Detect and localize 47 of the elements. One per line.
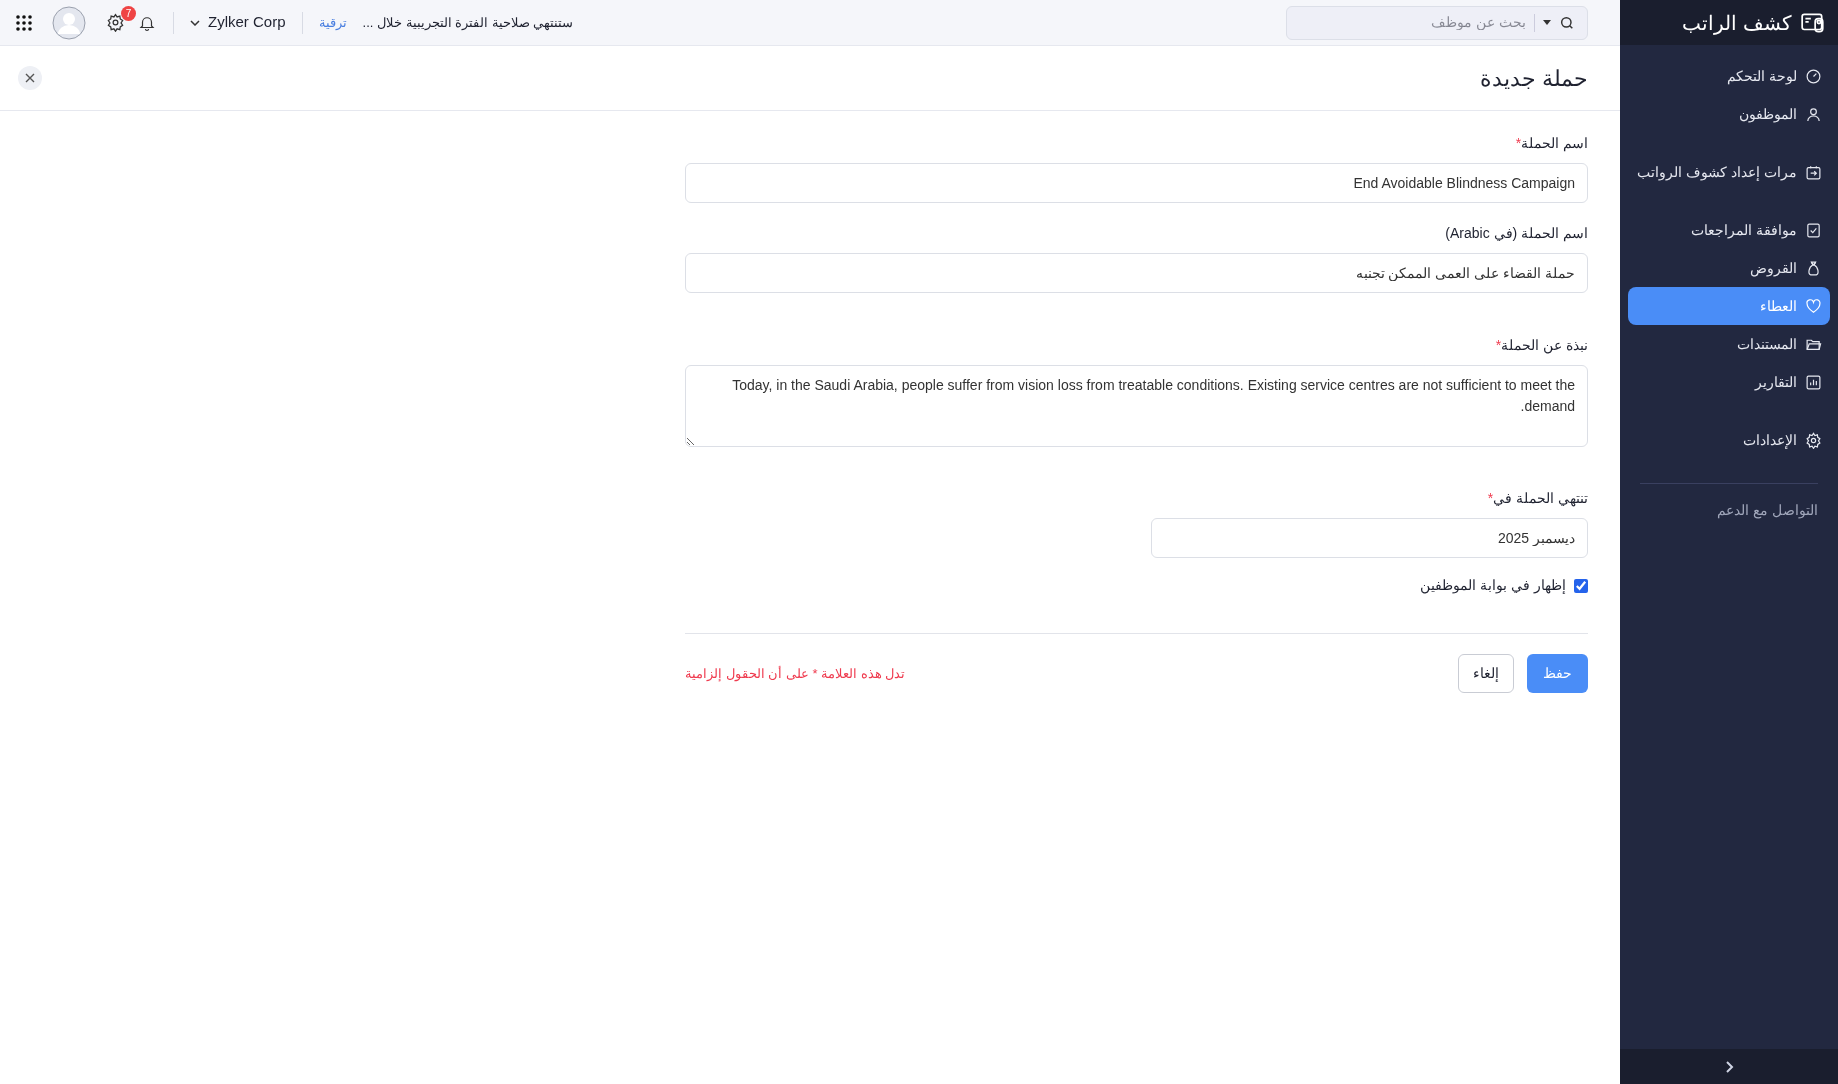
required-asterisk: * xyxy=(1495,336,1502,355)
search-input[interactable]: بحث عن موظف xyxy=(1299,12,1526,33)
caret-icon xyxy=(1543,20,1551,25)
heart-icon xyxy=(1805,297,1822,315)
chevron-down-icon xyxy=(190,19,200,26)
gauge-icon xyxy=(1805,67,1822,85)
apps-grid-icon[interactable] xyxy=(16,14,32,31)
date-field[interactable]: ديسمبر 2025 xyxy=(1151,518,1588,558)
input-field[interactable]: حملة القضاء على العمى الممكن تجنبه xyxy=(685,253,1588,293)
close-button[interactable] xyxy=(18,66,42,90)
chevron-right-icon xyxy=(1724,1059,1734,1074)
settings-icon xyxy=(1805,431,1822,449)
description-field[interactable]: Today, in the Saudi Arabia, people suffer from vision loss from treatable conditions. Existing service centres are not sufficient to meet the demand. xyxy=(685,365,1588,447)
sidebar-item[interactable]: موافقة المراجعات xyxy=(1628,211,1830,249)
page-title: حملة جديدة xyxy=(1479,64,1588,93)
upgrade-link[interactable]: ترقية xyxy=(318,12,347,33)
cancel-button[interactable]: إلغاء xyxy=(1458,654,1514,693)
sidebar-item[interactable]: مرات إعداد كشوف الرواتب xyxy=(1628,153,1830,191)
required-asterisk: * xyxy=(1487,489,1494,508)
required-asterisk: * xyxy=(1515,134,1522,153)
field-label: اسم الحملة xyxy=(1521,134,1588,154)
field-label: اسم الحملة (في Arabic) xyxy=(1445,224,1588,244)
field-label: تنتهي الحملة في xyxy=(1493,489,1588,509)
required-note: تدل هذه العلامة * على أن الحقول إلزامية xyxy=(685,664,906,684)
checkbox-label: إظهار في بوابة الموظفين xyxy=(1420,576,1566,596)
sidebar-item[interactable]: التقارير xyxy=(1628,363,1830,401)
organization-dropdown[interactable]: Zylker Corp xyxy=(190,11,286,34)
sidebar-item[interactable]: الإعدادات xyxy=(1628,421,1830,459)
sidebar-item[interactable]: المستندات xyxy=(1628,325,1830,363)
field-label: نبذة عن الحملة xyxy=(1501,336,1588,356)
trial-notice: ستنتهي صلاحية الفترة التجريبية خلال ... xyxy=(362,13,574,33)
sidebar-item[interactable]: لوحة التحكم xyxy=(1628,57,1830,95)
input-field[interactable]: End Avoidable Blindness Campaign xyxy=(685,163,1588,203)
app-title: كشف الراتب xyxy=(1682,10,1792,37)
sidebar-item[interactable]: الموظفون xyxy=(1628,95,1830,133)
sidebar-item[interactable]: القروض xyxy=(1628,249,1830,287)
close-icon xyxy=(25,73,35,83)
support-link[interactable]: التواصل مع الدعم xyxy=(1640,500,1818,521)
notification-badge: 7 xyxy=(121,5,136,21)
bar-chart-icon xyxy=(1805,373,1822,391)
checklist-icon xyxy=(1805,221,1822,239)
search-field[interactable]: بحث عن موظف xyxy=(1286,5,1588,40)
search-icon xyxy=(1559,14,1575,31)
user-icon xyxy=(1805,105,1822,123)
settings-icon[interactable] xyxy=(106,13,125,32)
money-bag-icon xyxy=(1805,259,1822,277)
checkbox[interactable] xyxy=(1574,578,1588,593)
